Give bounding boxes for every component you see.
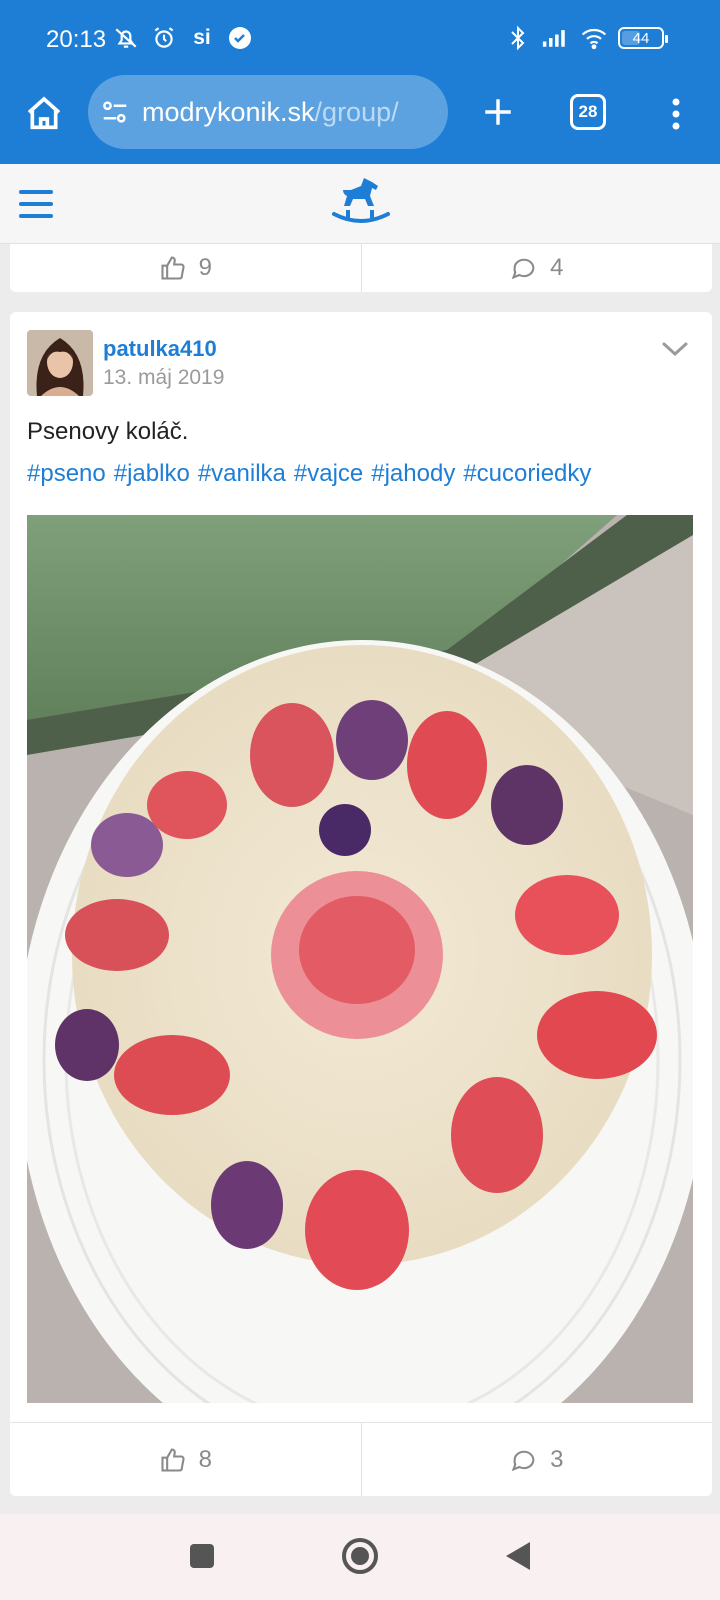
wifi-icon [580,24,608,52]
tab-switcher-button[interactable]: 28 [570,94,606,130]
comment-icon [511,1450,535,1471]
status-right-icons: 44 [504,24,668,52]
site-settings-icon[interactable] [98,95,132,129]
previous-post-actions: 9 4 [10,244,712,292]
post-card: patulka410 13. máj 2019 Psenovy koláč. #… [10,312,712,1496]
like-button[interactable]: 8 [10,1423,361,1496]
site-header [0,164,720,244]
browser-toolbar: modrykonik.sk/group/ 28 [0,75,720,164]
new-tab-button[interactable] [474,88,522,136]
comment-count: 4 [550,254,564,281]
alarm-icon [150,24,178,52]
post-date: 13. máj 2019 [103,366,225,389]
tag-link[interactable]: #pseno [27,460,106,488]
post-actions: 8 3 [10,1422,712,1496]
back-triangle-icon [506,1542,530,1570]
thumbs-up-icon [161,1447,185,1472]
tag-link[interactable]: #jahody [371,460,455,488]
more-vert-icon [672,98,680,130]
home-icon [27,96,61,130]
plus-icon [485,99,511,125]
comment-icon [511,258,535,280]
tag-link[interactable]: #vanilka [198,460,286,488]
url-host: modrykonik.sk [142,96,315,127]
battery-icon: 44 [618,27,668,49]
battery-level: 44 [632,29,650,47]
address-bar[interactable]: modrykonik.sk/group/ [88,75,448,149]
signal-icon [542,24,570,52]
mute-icon [112,24,140,52]
comment-button[interactable]: 4 [360,244,713,292]
hamburger-menu-button[interactable] [16,184,56,224]
url-text: modrykonik.sk/group/ [142,97,399,128]
back-button[interactable] [496,1534,540,1578]
tab-count: 28 [578,102,598,121]
si-icon: si [193,26,211,49]
check-circle-icon [226,24,254,52]
recents-button[interactable] [180,1534,224,1578]
comment-count: 3 [550,1445,564,1473]
thumbs-up-icon [161,256,185,280]
square-icon [190,1544,214,1568]
bluetooth-icon [504,24,532,52]
status-left-icons: si [112,24,254,52]
like-count: 9 [198,254,212,281]
post-title: Psenovy koláč. [27,418,189,445]
avatar[interactable] [27,330,93,396]
home-nav-button[interactable] [338,1534,382,1578]
tag-link[interactable]: #cucoriedky [463,460,591,488]
tag-link[interactable]: #jablko [114,460,190,488]
system-nav-bar [0,1514,720,1600]
post-photo[interactable] [27,515,693,1403]
status-time: 20:13 [46,26,107,53]
hamburger-icon [19,190,53,218]
circle-icon [342,1538,378,1574]
like-count: 8 [198,1445,212,1473]
rocking-horse-logo[interactable] [332,176,390,228]
status-bar: 20:13 si 44 [0,0,720,80]
comment-button[interactable]: 3 [360,1423,713,1496]
post-author[interactable]: patulka410 [103,336,217,362]
tag-link[interactable]: #vajce [294,460,363,488]
like-button[interactable]: 9 [10,244,361,292]
home-button[interactable] [20,90,68,138]
overflow-menu-button[interactable] [660,90,692,138]
post-tags: #pseno #jablko #vanilka #vajce #jahody #… [27,460,591,488]
chevron-down-icon [662,342,688,357]
url-path: /group/ [314,96,399,127]
post-options-button[interactable] [658,332,692,366]
